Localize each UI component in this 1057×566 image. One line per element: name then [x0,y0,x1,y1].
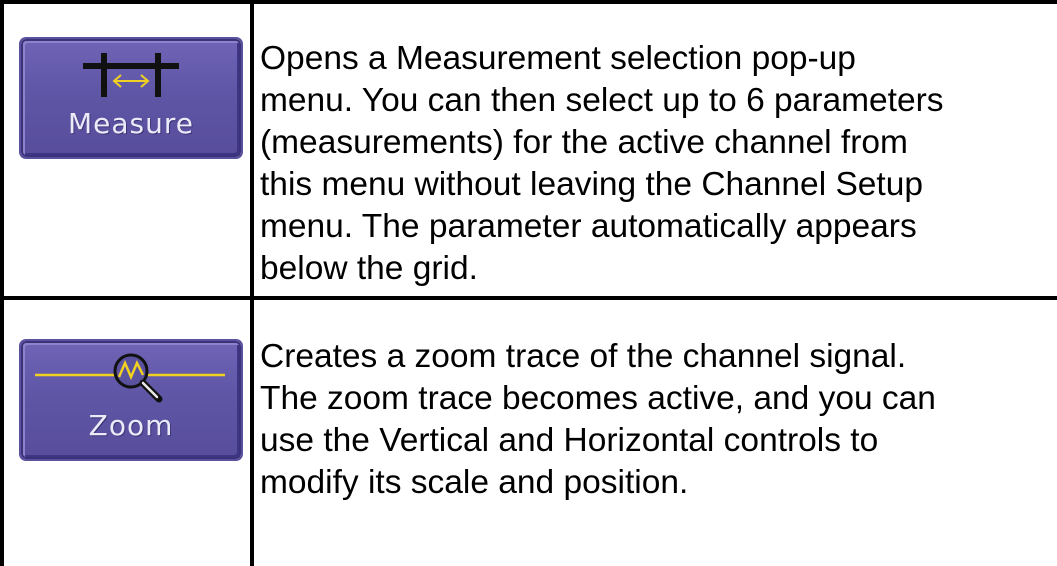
zoom-button-label: Zoom [88,409,174,442]
zoom-button[interactable]: Zoom [21,341,241,459]
table-top-border [0,0,1057,4]
zoom-icon [35,353,225,403]
table-left-border [0,0,4,566]
measure-button[interactable]: Measure [21,39,241,157]
measure-icon [83,53,179,97]
table-row-divider [0,296,1057,300]
measure-description: Opens a Measurement selection pop-up men… [260,40,944,287]
zoom-description: Creates a zoom trace of the channel sign… [260,338,936,501]
table-column-divider [250,0,254,566]
measure-button-label: Measure [68,107,194,140]
